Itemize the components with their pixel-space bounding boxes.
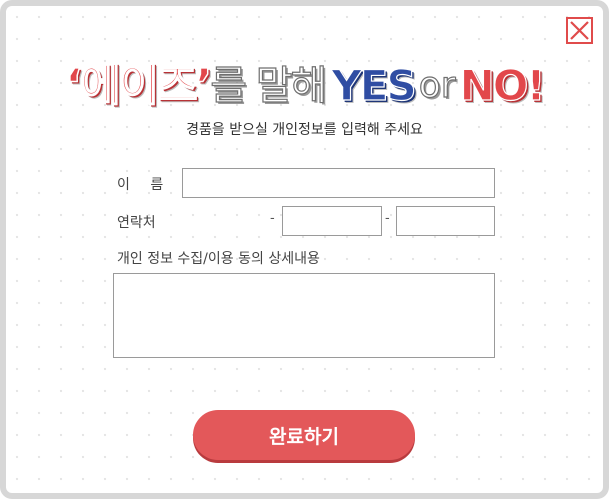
phone-label: 연락처 — [117, 215, 156, 231]
phone-separator-1: - — [270, 211, 275, 226]
title-no: NO! — [459, 60, 546, 110]
phone-separator-2: - — [385, 211, 390, 226]
title-or: or — [418, 64, 456, 106]
subtitle: 경품을 받으실 개인정보를 입력해 주세요 — [186, 122, 423, 138]
privacy-consent-label: 개인 정보 수집/이용 동의 상세내용 — [117, 251, 320, 267]
campaign-title: ‘에이즈’를 말해 YES orNO! — [0, 56, 609, 116]
title-yes: YES — [331, 60, 418, 110]
close-button[interactable] — [566, 17, 593, 44]
title-brand: ‘에이즈’ — [65, 59, 213, 112]
privacy-consent-textarea[interactable] — [113, 273, 495, 358]
phone-middle-input[interactable] — [282, 206, 382, 236]
title-middle: 를 말해 — [210, 62, 328, 109]
name-input[interactable] — [182, 168, 495, 198]
close-x-icon — [570, 21, 589, 40]
submit-button[interactable]: 완료하기 — [193, 410, 415, 460]
phone-last-input[interactable] — [396, 206, 495, 236]
name-label: 이 름 — [117, 177, 172, 193]
